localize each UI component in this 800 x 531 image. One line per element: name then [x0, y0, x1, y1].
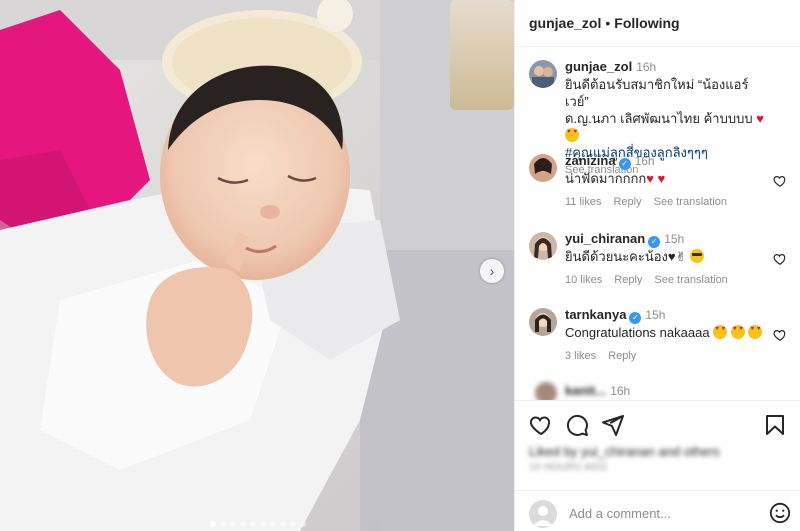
- share-icon[interactable]: [601, 413, 625, 437]
- smiling-face-with-heart-eyes-emoji: [565, 128, 579, 142]
- comment-likes[interactable]: 10 likes: [565, 272, 602, 289]
- avatar-image: [535, 313, 551, 332]
- smiling-face-with-heart-eyes-emoji: [748, 325, 763, 339]
- carousel-dot: [300, 521, 306, 527]
- comment-time[interactable]: 16h: [635, 154, 655, 168]
- carousel-dot: [220, 521, 226, 527]
- verified-badge-icon: ✓: [648, 236, 661, 248]
- heart-icon[interactable]: [773, 252, 787, 266]
- carousel-dot: [240, 521, 246, 527]
- bookmark-icon[interactable]: [763, 413, 787, 437]
- red-heart-emoji: ♥ ♥: [646, 171, 666, 186]
- avatar[interactable]: [535, 382, 557, 400]
- comment-time[interactable]: 16h: [610, 384, 630, 398]
- next-image-button[interactable]: ›: [480, 259, 504, 283]
- heart-icon[interactable]: [529, 413, 553, 437]
- baby-photo-illustration: [0, 0, 514, 531]
- comment-likes[interactable]: 11 likes: [565, 194, 601, 211]
- smiling-face-with-sunglasses-emoji: [690, 249, 705, 263]
- comment-input[interactable]: [569, 502, 759, 524]
- following-button[interactable]: Following: [614, 15, 679, 31]
- comment-text-line: Congratulations nakaaaa: [565, 324, 767, 341]
- reply-button[interactable]: Reply: [613, 194, 641, 211]
- carousel-dot: [210, 521, 216, 527]
- comment-text: น่าฟัดมากกกก: [565, 171, 647, 186]
- comment-text-line: ยินดีด้วยนะคะน้อง♥✌: [565, 248, 767, 265]
- see-translation-link[interactable]: See translation: [654, 194, 727, 211]
- comment-time[interactable]: 15h: [645, 308, 665, 322]
- smiley-icon[interactable]: [769, 502, 791, 524]
- heart-icon[interactable]: [773, 174, 787, 188]
- red-heart-emoji: ♥: [756, 111, 764, 126]
- post-header: gunjae_zol • Following: [515, 0, 800, 47]
- post-timestamp[interactable]: 16 HOURS AGO: [529, 462, 607, 473]
- verified-badge-icon: ✓: [618, 158, 631, 170]
- carousel-dot: [280, 521, 286, 527]
- avatar[interactable]: [529, 154, 557, 182]
- carousel-dot: [290, 521, 296, 527]
- avatar-image: [534, 158, 552, 174]
- header-username[interactable]: gunjae_zol: [529, 15, 601, 31]
- carousel-dot: [250, 521, 256, 527]
- header-separator: •: [605, 15, 611, 31]
- comment-time[interactable]: 15h: [664, 232, 684, 246]
- avatar: [529, 500, 557, 528]
- reply-button[interactable]: Reply: [608, 348, 636, 365]
- chevron-right-icon: ›: [489, 263, 495, 279]
- comment-text-line: น่าฟัดมากกกก♥ ♥: [565, 170, 767, 187]
- verified-badge-icon: ✓: [629, 312, 642, 324]
- caption-line: ด.ญ.นภา เลิศพัฒนาไทย ค้าบบบบ ♥: [565, 110, 767, 144]
- carousel-dot: [230, 521, 236, 527]
- smiling-face-with-heart-eyes-emoji: [713, 325, 728, 339]
- comment-text: ยินดีด้วยนะคะน้อง: [565, 249, 668, 264]
- post-photo[interactable]: ›: [0, 0, 514, 531]
- smiling-face-with-heart-eyes-emoji: [730, 325, 745, 339]
- carousel-dot: [260, 521, 266, 527]
- avatar[interactable]: [529, 232, 557, 260]
- avatar-image: [532, 66, 554, 88]
- reply-button[interactable]: Reply: [614, 272, 642, 289]
- liked-by-text[interactable]: Liked by yui_chiranan and others: [529, 444, 720, 459]
- post-side-panel: gunjae_zol • Following gunjae_zol 16h ยิน…: [514, 0, 800, 531]
- comments-list[interactable]: gunjae_zol 16h ยินดีต้อนรับสมาชิกใหม่ “น้…: [515, 48, 800, 400]
- default-avatar-icon: [533, 506, 553, 526]
- add-comment-bar: [515, 490, 800, 531]
- caption-line: ยินดีต้อนรับสมาชิกใหม่ “น้องแอร์เวย์”: [565, 77, 749, 109]
- avatar[interactable]: [529, 60, 557, 88]
- comment-text: Congratulations nakaaaa: [565, 325, 710, 340]
- black-heart-emoji: ♥: [667, 249, 676, 264]
- comment-username[interactable]: kanit...: [565, 383, 606, 398]
- victory-hand-emoji: ✌: [675, 249, 687, 264]
- caption-line-text: ด.ญ.นภา เลิศพัฒนาไทย ค้าบบบบ: [565, 111, 753, 126]
- carousel-dot: [270, 521, 276, 527]
- heart-icon[interactable]: [773, 328, 787, 342]
- post-actions-bar: [515, 400, 800, 448]
- comment-username[interactable]: zanizina: [565, 153, 616, 168]
- caption-time[interactable]: 16h: [636, 60, 656, 74]
- comment-icon[interactable]: [565, 413, 589, 437]
- caption-username[interactable]: gunjae_zol: [565, 59, 632, 74]
- comment-username[interactable]: yui_chiranan: [565, 231, 645, 246]
- carousel-indicator: [210, 521, 306, 527]
- comment-likes[interactable]: 3 likes: [565, 348, 596, 365]
- see-translation-link[interactable]: See translation: [654, 272, 727, 289]
- avatar[interactable]: [529, 308, 557, 336]
- comment-username[interactable]: tarnkanya: [565, 307, 626, 322]
- avatar-image: [534, 237, 552, 258]
